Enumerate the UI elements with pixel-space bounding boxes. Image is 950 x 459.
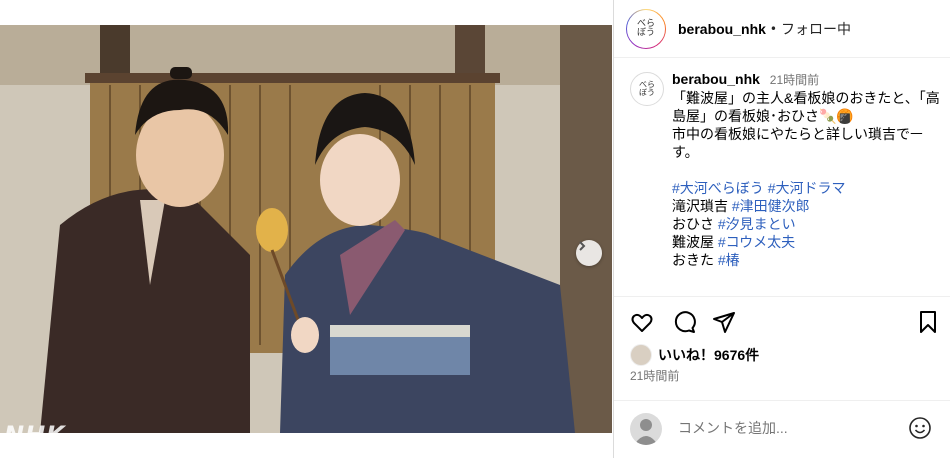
emoji-icon[interactable] [908, 416, 932, 440]
cast-role: 難波屋 [672, 234, 714, 250]
post-timestamp[interactable]: 21時間前 [630, 367, 679, 384]
follow-status-button[interactable]: フォロー中 [781, 19, 851, 39]
photo-illustration [0, 25, 612, 433]
chevron-right-icon [579, 241, 586, 251]
heart-icon[interactable] [630, 310, 654, 334]
carousel-next-button[interactable] [576, 240, 602, 266]
hashtag-link[interactable]: #汐見まとい [718, 216, 796, 232]
bookmark-icon[interactable] [916, 310, 940, 334]
profile-avatar-story-ring[interactable]: べら ぼう [626, 8, 666, 49]
nhk-watermark: NHK [4, 421, 66, 433]
hashtag-link[interactable]: #大河ドラマ [768, 180, 846, 196]
comment-icon[interactable] [672, 310, 696, 334]
post-image[interactable]: NHK [0, 25, 612, 433]
header-username[interactable]: berabou_nhk [678, 21, 766, 37]
caption-time: 21時間前 [769, 73, 820, 87]
comment-input[interactable] [676, 419, 900, 437]
comment-bar [614, 400, 950, 459]
user-avatar [630, 413, 662, 445]
hashtag-link[interactable]: #コウメ太夫 [718, 234, 795, 250]
hashtag-link[interactable]: #椿 [718, 252, 740, 268]
likes-row[interactable]: いいね！9676件 [630, 344, 759, 366]
default-avatar-icon [634, 419, 658, 445]
caption-body: berabou_nhk 21時間前 「難波屋」の主人&看板娘のおきたと、「高 島… [672, 70, 947, 269]
header-separator: • [769, 21, 777, 36]
post-details-panel: べら ぼう berabou_nhk • フォロー中 べら ぼう berabou_nh… [613, 0, 950, 458]
cast-role: 滝沢瑣吉 [672, 198, 728, 214]
share-icon[interactable] [712, 310, 736, 334]
action-bar [614, 296, 950, 347]
profile-avatar: べら ぼう [627, 9, 665, 48]
post-header: べら ぼう berabou_nhk • フォロー中 [614, 0, 950, 58]
caption-line: 「難波屋」の主人&看板娘のおきたと、「高 [672, 90, 940, 106]
cast-role: おきた [672, 252, 714, 268]
hashtag-link[interactable]: #津田健次郎 [732, 198, 810, 214]
cast-role: おひさ [672, 216, 714, 232]
liked-by-avatar [630, 344, 652, 366]
caption-line: 市中の看板娘にやたらと詳しい瑣吉でￚ [672, 126, 923, 142]
caption-line: 島屋」の看板娘･おひさ🍡🍘 [672, 108, 854, 124]
hashtag-link[interactable]: #大河べらぼう [672, 180, 764, 196]
likes-count[interactable]: いいね！9676件 [658, 345, 759, 365]
caption-line: す。 [672, 144, 699, 160]
caption-avatar[interactable]: べら ぼう [630, 72, 664, 106]
caption-username[interactable]: berabou_nhk [672, 71, 760, 87]
